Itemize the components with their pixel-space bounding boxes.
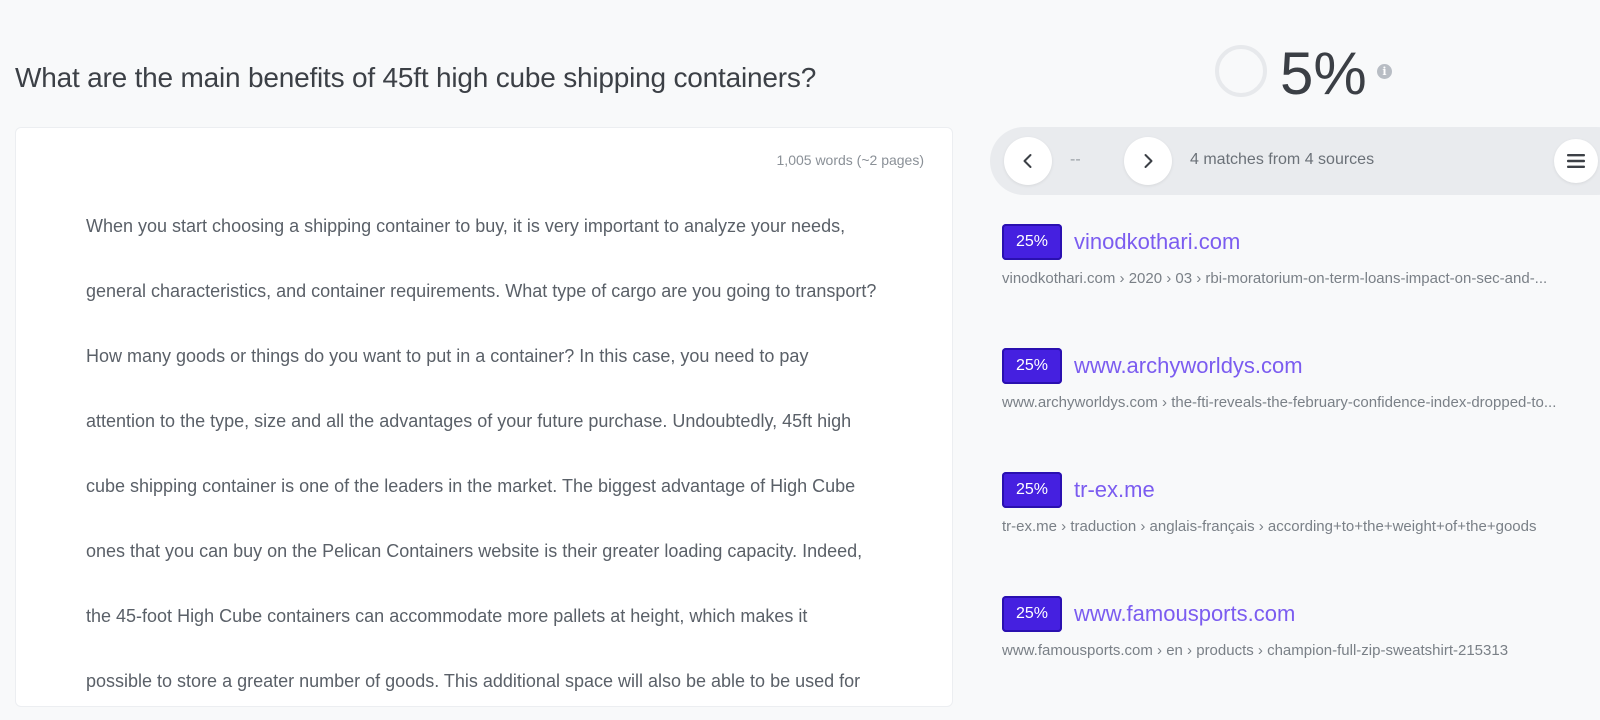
score-value: 5% [1280, 40, 1367, 107]
source-link[interactable]: www.famousports.com [1074, 601, 1295, 627]
chevron-left-icon [1023, 154, 1032, 168]
document-line: possible to store a greater number of go… [86, 671, 861, 691]
score-ring-icon [1215, 45, 1267, 97]
document-line: general characteristics, and container r… [86, 281, 877, 301]
document-line: ones that you can buy on the Pelican Con… [86, 541, 863, 561]
previous-match-button[interactable] [1004, 137, 1052, 185]
document-panel: 1,005 words (~2 pages) When you start ch… [15, 127, 953, 707]
match-percent-badge: 25% [1002, 596, 1062, 632]
source-link[interactable]: www.archyworldys.com [1074, 353, 1303, 379]
hamburger-menu-icon [1567, 154, 1585, 168]
document-text[interactable]: When you start choosing a shipping conta… [86, 194, 896, 706]
match-percent-badge: 25% [1002, 472, 1062, 508]
document-line: How many goods or things do you want to … [86, 346, 809, 366]
matches-summary: 4 matches from 4 sources [1190, 151, 1375, 168]
source-path: tr-ex.me › traduction › anglais-français… [1002, 518, 1537, 535]
info-icon[interactable]: i [1377, 64, 1392, 79]
document-line: attention to the type, size and all the … [86, 411, 852, 431]
next-match-button[interactable] [1124, 137, 1172, 185]
chevron-right-icon [1144, 154, 1153, 168]
source-path: www.famousports.com › en › products › ch… [1002, 642, 1509, 659]
source-list: 25% vinodkothari.com vinodkothari.com › … [1002, 224, 1600, 720]
source-link[interactable]: vinodkothari.com [1074, 229, 1240, 255]
document-line: the 45-foot High Cube containers can acc… [86, 606, 808, 626]
source-item[interactable]: 25% tr-ex.me tr-ex.me › traduction › ang… [1002, 472, 1600, 596]
source-item[interactable]: 25% www.archyworldys.com www.archyworldy… [1002, 348, 1600, 472]
source-link[interactable]: tr-ex.me [1074, 477, 1155, 503]
word-count: 1,005 words (~2 pages) [776, 152, 924, 168]
match-percent-badge: 25% [1002, 224, 1062, 260]
source-item[interactable]: 25% www.famousports.com www.famousports.… [1002, 596, 1600, 720]
match-percent-badge: 25% [1002, 348, 1062, 384]
menu-button[interactable] [1554, 139, 1598, 183]
source-path: www.archyworldys.com › the-fti-reveals-t… [1002, 394, 1557, 411]
document-line: When you start choosing a shipping conta… [86, 216, 846, 236]
document-line: cube shipping container is one of the le… [86, 476, 856, 496]
source-path: vinodkothari.com › 2020 › 03 › rbi-morat… [1002, 270, 1548, 287]
source-item[interactable]: 25% vinodkothari.com vinodkothari.com › … [1002, 224, 1600, 348]
page-title: What are the main benefits of 45ft high … [15, 62, 817, 93]
match-index: -- [1070, 151, 1081, 168]
results-navigation-bar: -- 4 matches from 4 sources [990, 127, 1600, 195]
